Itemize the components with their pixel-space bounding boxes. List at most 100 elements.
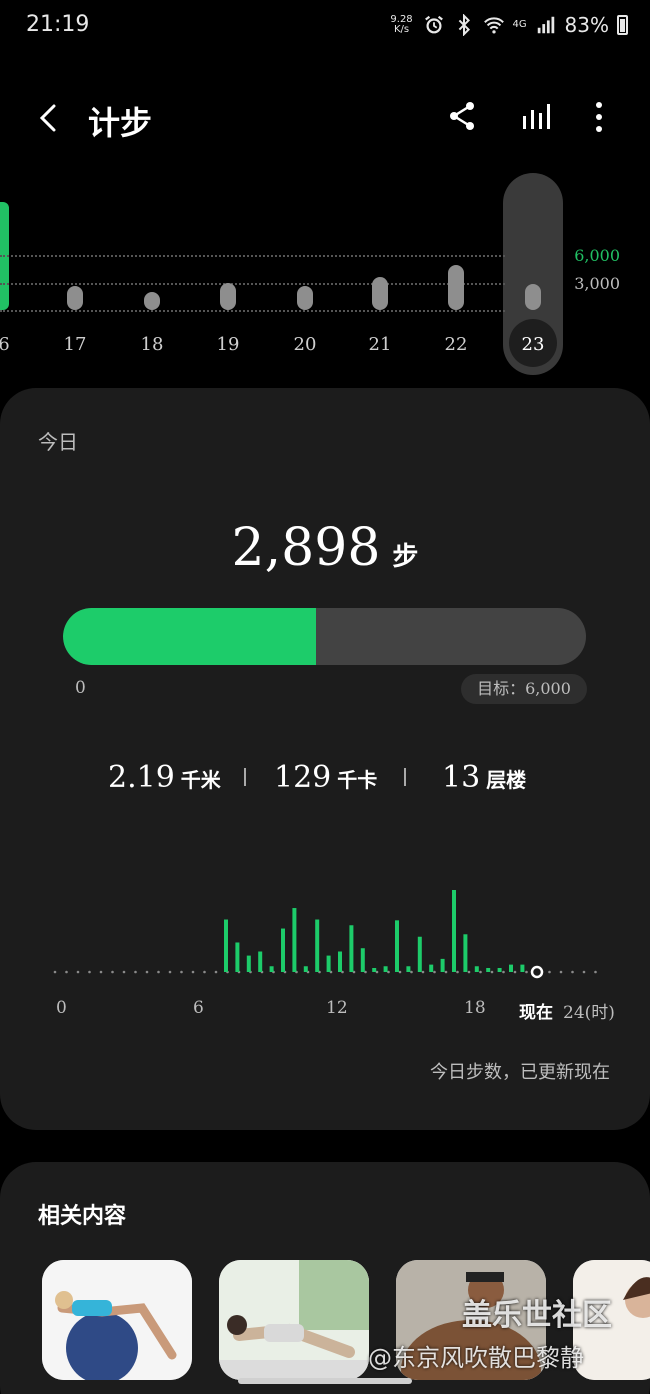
baseline-dot	[65, 970, 68, 974]
distance-value: 2.19	[108, 760, 175, 795]
baseline-dot	[214, 970, 218, 974]
hour-axis-label: 6	[193, 998, 204, 1018]
day-label[interactable]: 19	[198, 334, 258, 355]
hourly-bar	[474, 966, 479, 972]
baseline-dot	[76, 970, 80, 974]
calories-value: 129	[274, 760, 332, 795]
distance-unit: 千米	[180, 768, 221, 792]
hourly-bar	[520, 964, 525, 972]
baseline-dot	[433, 970, 436, 974]
hour-axis-label: 0	[56, 998, 67, 1018]
day-bar[interactable]	[372, 276, 388, 310]
status-bar: 21:19 9.28 K/s 4G 83%	[0, 0, 650, 52]
share-icon[interactable]	[446, 100, 478, 132]
baseline-dot	[467, 970, 471, 974]
hourly-bar	[258, 951, 263, 972]
hourly-bar	[326, 955, 331, 972]
baseline-dot	[145, 970, 149, 974]
baseline-dot	[479, 970, 482, 974]
network-speed: 9.28 K/s	[389, 15, 415, 35]
day-bar[interactable]	[67, 286, 83, 310]
hourly-bar	[372, 968, 377, 972]
baseline-dot	[502, 970, 505, 974]
wifi-icon	[483, 17, 504, 34]
hour-axis-label: 18	[464, 998, 486, 1018]
day-label[interactable]: 23	[503, 334, 563, 355]
back-arrow-icon[interactable]	[34, 98, 64, 138]
exercise-ball-image	[42, 1260, 192, 1380]
baseline-dot	[410, 970, 413, 974]
today-card: 今日 2,898 步 0 目标：6,000 2.19 千米 129 千卡 13 层楼 0…	[0, 388, 650, 1130]
day-label-partial: 6	[0, 334, 10, 355]
baseline-dot	[157, 970, 160, 974]
baseline-dot	[490, 970, 494, 974]
hourly-bars-svg	[53, 890, 597, 979]
gridline-label-goal: 6,000	[574, 246, 620, 265]
baseline-dot	[513, 970, 517, 974]
metric-divider	[244, 768, 246, 786]
floors-metric: 13 层楼	[442, 760, 526, 795]
steps-unit: 步	[392, 542, 419, 572]
status-time: 21:19	[26, 12, 90, 37]
calories-metric: 129 千卡	[274, 760, 377, 795]
baseline-dot	[99, 970, 103, 974]
hourly-bar	[246, 955, 251, 972]
day-bar[interactable]	[220, 282, 236, 310]
battery-percent: 83%	[564, 13, 609, 37]
hourly-bar	[383, 966, 388, 972]
hourly-bar	[281, 928, 285, 972]
hourly-steps-chart: 0 6 12 18 现在 24(时)	[0, 878, 650, 1028]
hourly-bar	[315, 919, 320, 972]
steps-summary: 2,898 步	[0, 518, 650, 578]
day-bar[interactable]	[144, 292, 160, 310]
bar-chart-icon[interactable]	[520, 100, 552, 132]
baseline-dot	[582, 970, 586, 974]
watermark-logo-text: 盖乐世社区	[462, 1298, 612, 1333]
goal-gridline	[0, 255, 505, 257]
bluetooth-icon	[458, 14, 470, 36]
baseline-dot	[122, 970, 126, 974]
day-bar[interactable]	[448, 264, 464, 310]
hourly-bar	[452, 890, 456, 972]
floors-unit: 层楼	[486, 768, 527, 792]
day-bar[interactable]	[297, 286, 313, 310]
now-axis-label: 现在	[519, 1003, 553, 1023]
progress-min-label: 0	[75, 678, 86, 698]
network-speed-unit: K/s	[393, 24, 410, 35]
mid-gridline	[0, 283, 505, 285]
related-thumbnail[interactable]	[219, 1260, 369, 1380]
hourly-bar	[269, 966, 274, 972]
day-label[interactable]: 17	[45, 334, 105, 355]
home-indicator[interactable]	[238, 1378, 412, 1384]
day-label[interactable]: 22	[426, 334, 486, 355]
hourly-bar	[463, 934, 468, 972]
more-vertical-icon[interactable]	[588, 100, 610, 134]
base-gridline	[0, 310, 505, 312]
hourly-bar	[235, 942, 240, 972]
network-type: 4G	[512, 19, 527, 30]
battery-icon	[617, 15, 628, 35]
baseline-dot	[548, 970, 551, 974]
day-bar[interactable]	[525, 284, 541, 310]
baseline-dot	[571, 970, 574, 974]
day-label[interactable]: 21	[350, 334, 410, 355]
goal-badge[interactable]: 目标：6,000	[461, 674, 587, 704]
hourly-bar	[349, 925, 354, 972]
baseline-dot	[180, 970, 183, 974]
hourly-bar	[292, 908, 297, 972]
related-thumbnail[interactable]	[42, 1260, 192, 1380]
day-label[interactable]: 20	[275, 334, 335, 355]
metric-divider	[404, 768, 406, 786]
baseline-dot	[525, 970, 528, 974]
baseline-dot	[203, 970, 206, 974]
day-label[interactable]: 18	[122, 334, 182, 355]
metrics-row: 2.19 千米 129 千卡 13 层楼	[0, 760, 650, 800]
app-header: 计步	[0, 88, 650, 148]
baseline-dot	[594, 970, 597, 974]
baseline-dot	[53, 970, 57, 974]
hourly-bar	[360, 948, 365, 972]
hourly-bar	[417, 936, 422, 972]
updated-status-text: 今日步数，已更新现在	[430, 1062, 610, 1083]
today-label: 今日	[38, 430, 78, 454]
baseline-dot	[88, 970, 91, 974]
